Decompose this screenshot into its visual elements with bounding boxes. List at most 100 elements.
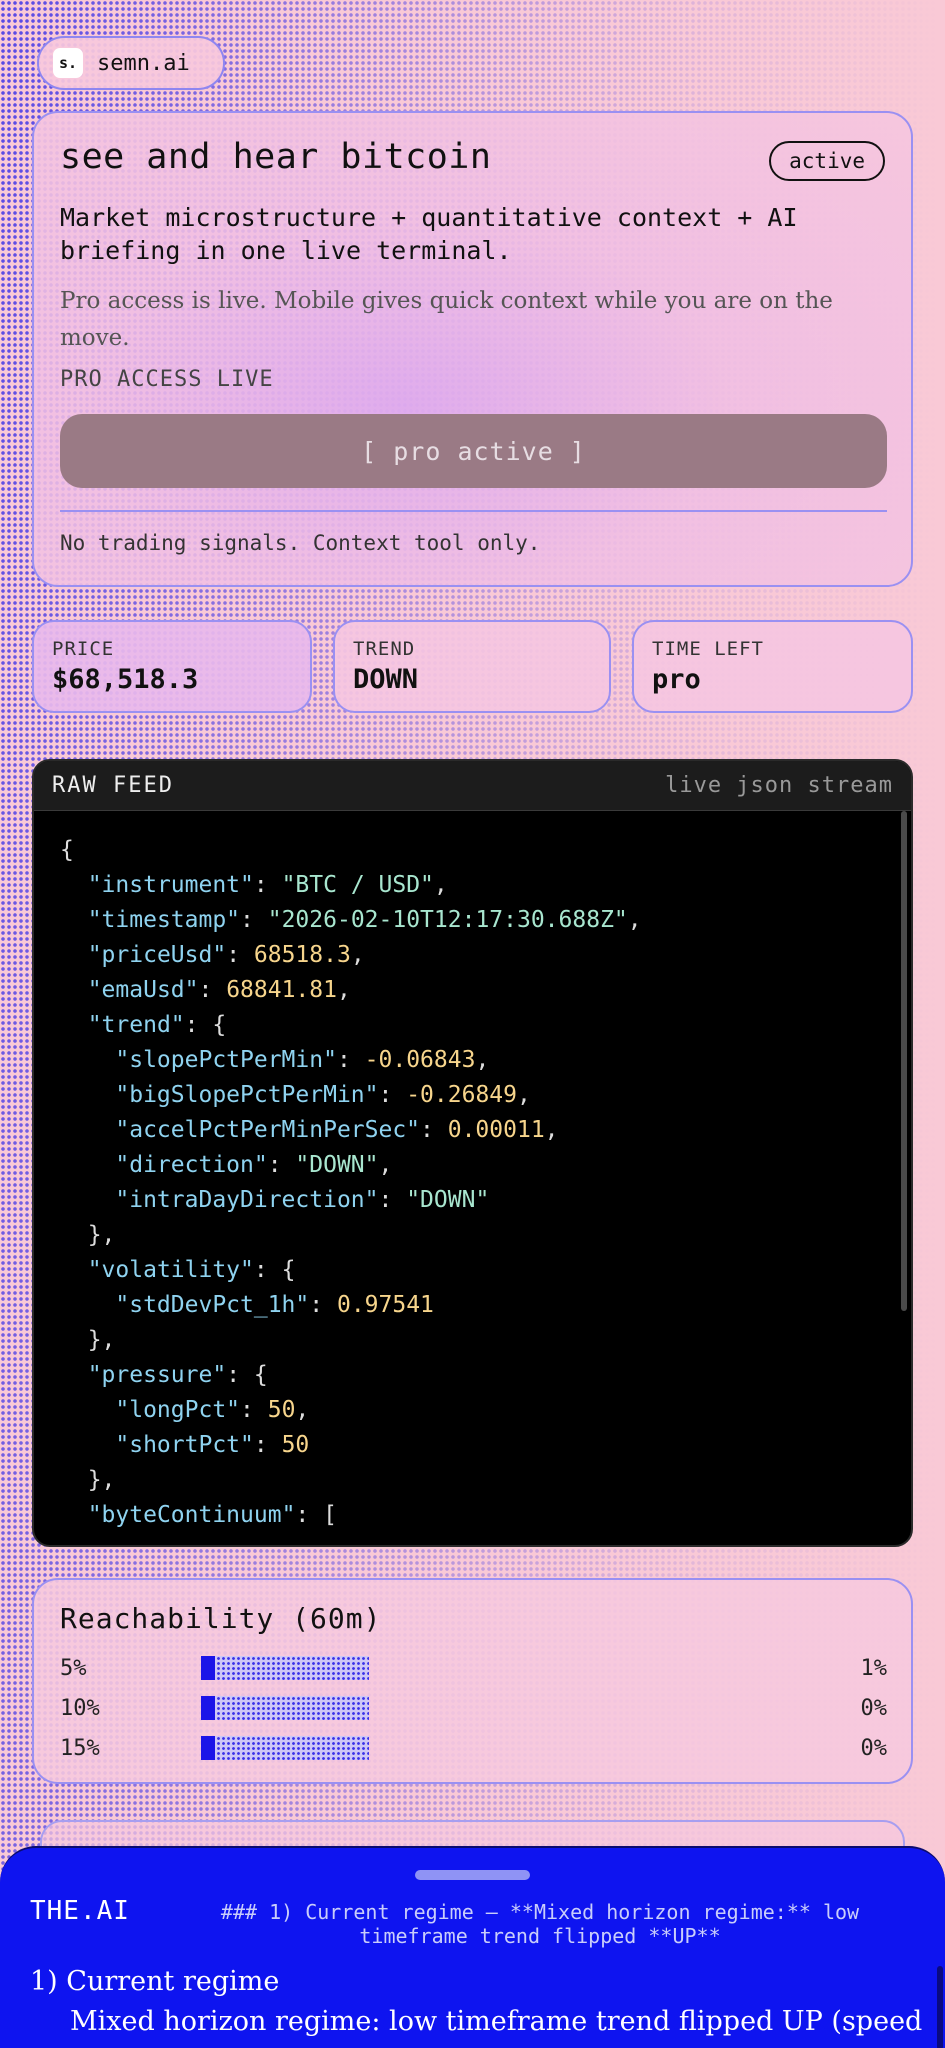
stat-value: DOWN: [353, 664, 419, 695]
stat-trend: TREND DOWN: [333, 620, 611, 713]
json-line: },: [60, 1218, 880, 1253]
brand-name: semn.ai: [97, 50, 190, 76]
reachability-card: Reachability (60m) 5% 1% 10% 0% 15% 0%: [32, 1578, 913, 1784]
json-line: "priceUsd": 68518.3,: [60, 938, 880, 973]
ai-label: THE.AI: [30, 1896, 130, 1926]
json-token: {: [60, 837, 74, 863]
json-token: 68841.81: [226, 977, 337, 1003]
ai-raw-markdown: ### 1) Current regime — **Mixed horizon …: [220, 1900, 860, 1948]
json-token: :: [267, 1152, 296, 1178]
json-line: "volatility": {: [60, 1253, 880, 1288]
json-token: "priceUsd": [87, 942, 227, 968]
json-token: "2026-02-10T12:17:30.688Z": [267, 907, 628, 933]
json-line: "pressure": {: [60, 1358, 880, 1393]
json-token: :: [253, 872, 282, 898]
json-token: "BTC / USD": [281, 872, 434, 898]
json-line: "accelPctPerMinPerSec": 0.00011,: [60, 1113, 880, 1148]
json-token: :: [336, 1047, 365, 1073]
stat-price: PRICE $68,518.3: [32, 620, 312, 713]
hero-title: see and hear bitcoin: [60, 137, 492, 177]
ai-briefing-sheet[interactable]: THE.AI ### 1) Current regime — **Mixed h…: [0, 1846, 945, 2048]
stat-label: PRICE: [52, 638, 115, 660]
reachability-fill: [201, 1656, 215, 1680]
json-token: : {: [253, 1257, 296, 1283]
json-token: :: [240, 1397, 268, 1423]
json-token: :: [420, 1117, 448, 1143]
reachability-bar: [201, 1736, 369, 1760]
json-token: ,: [378, 1152, 393, 1178]
ai-section-text: Mixed horizon regime: low timeframe tren…: [70, 2006, 923, 2037]
json-token: "bigSlopePctPerMin": [115, 1082, 379, 1108]
raw-feed-header: RAW FEED live json stream: [34, 761, 911, 811]
brand-logo-icon: s.: [53, 48, 83, 78]
stat-label: TREND: [353, 638, 416, 660]
json-token: ,: [627, 907, 642, 933]
json-token: ,: [544, 1117, 559, 1143]
brand-pill[interactable]: s. semn.ai: [37, 36, 225, 90]
json-token: :: [253, 1432, 282, 1458]
sheet-drag-handle[interactable]: [415, 1870, 530, 1880]
raw-feed-panel: RAW FEED live json stream { "instrument"…: [32, 759, 913, 1547]
reachability-fill: [201, 1696, 215, 1720]
json-token: :: [198, 977, 227, 1003]
json-token: "intraDayDirection": [115, 1187, 379, 1213]
pro-active-button[interactable]: [ pro active ]: [60, 414, 887, 488]
json-token: 0.00011: [447, 1117, 545, 1143]
disclaimer-note: No trading signals. Context tool only.: [60, 531, 541, 555]
reachability-threshold: 5%: [60, 1656, 87, 1681]
json-line: "longPct": 50,: [60, 1393, 880, 1428]
json-line: " ": [60, 1533, 880, 1538]
reachability-value: 0%: [860, 1696, 888, 1721]
reachability-title: Reachability (60m): [60, 1602, 382, 1635]
reachability-row: 5% 1%: [60, 1654, 887, 1684]
json-line: },: [60, 1463, 880, 1498]
hero-subtitle: Market microstructure + quantitative con…: [60, 203, 798, 265]
hero-description: Pro access is live. Mobile gives quick c…: [60, 288, 833, 351]
json-token: "direction": [115, 1152, 268, 1178]
json-token: "volatility": [87, 1257, 254, 1283]
stat-value: pro: [652, 664, 701, 695]
raw-feed-title: RAW FEED: [52, 773, 174, 798]
json-token: "accelPctPerMinPerSec": [115, 1117, 421, 1143]
json-token: "emaUsd": [87, 977, 199, 1003]
json-token: :: [226, 942, 254, 968]
json-line: "stdDevPct_1h": 0.97541: [60, 1288, 880, 1323]
raw-feed-tag: live json stream: [665, 773, 893, 798]
feed-scrollbar[interactable]: [901, 811, 907, 1311]
json-line: {: [60, 833, 880, 868]
ai-section-heading: 1) Current regime: [30, 1966, 280, 1997]
reachability-bar: [201, 1696, 369, 1720]
json-line: "trend": {: [60, 1008, 880, 1043]
reachability-row: 10% 0%: [60, 1694, 887, 1724]
json-token: : {: [184, 1012, 227, 1038]
json-token: 50: [281, 1432, 310, 1458]
stat-time-left: TIME LEFT pro: [632, 620, 913, 713]
json-token: -0.26849: [406, 1082, 517, 1108]
json-token: ,: [295, 1397, 310, 1423]
json-line: },: [60, 1323, 880, 1358]
hero-card: see and hear bitcoin active Market micro…: [32, 111, 913, 587]
json-token: "pressure": [87, 1362, 227, 1388]
json-line: "instrument": "BTC / USD",: [60, 868, 880, 903]
access-status: PRO ACCESS LIVE: [60, 367, 274, 392]
sheet-scrollbar[interactable]: [937, 1966, 943, 2048]
json-token: " ": [60, 1537, 157, 1538]
json-token: :: [378, 1187, 407, 1213]
json-token: "stdDevPct_1h": [115, 1292, 310, 1318]
json-line: "shortPct": 50: [60, 1428, 880, 1463]
json-stream[interactable]: { "instrument": "BTC / USD", "timestamp"…: [60, 833, 880, 1538]
status-badge: active: [769, 141, 885, 181]
